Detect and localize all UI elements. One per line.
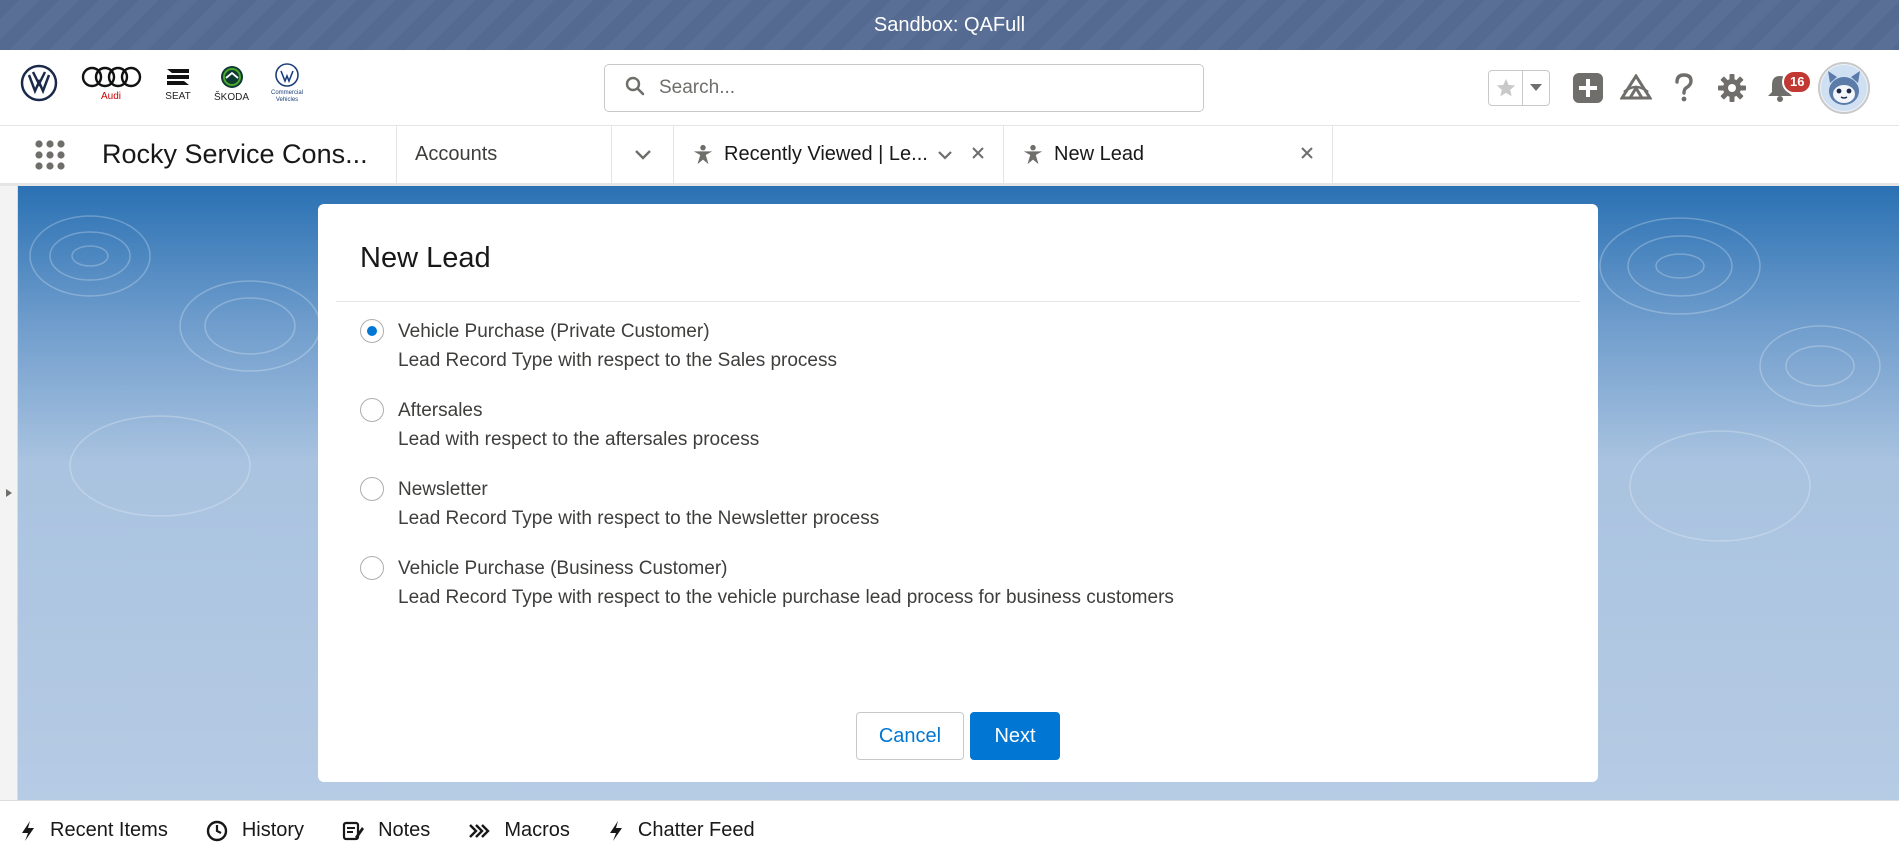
global-actions-button[interactable] (1564, 64, 1612, 112)
global-search[interactable] (604, 64, 1204, 112)
favorites-dropdown-button[interactable] (1523, 71, 1549, 105)
utility-recent-items[interactable]: Recent Items (20, 819, 168, 842)
record-type-description: Lead Record Type with respect to the veh… (398, 587, 1174, 608)
notification-badge: 16 (1782, 70, 1813, 94)
sandbox-label: Sandbox: QAFull (873, 13, 1026, 36)
help-button[interactable] (1660, 64, 1708, 112)
audi-logo: Audi (80, 65, 142, 102)
caret-right-icon (5, 489, 12, 497)
app-name: Rocky Service Cons... (102, 139, 368, 169)
notifications-button[interactable]: 16 (1756, 64, 1813, 112)
record-type-description: Lead with respect to the aftersales proc… (398, 429, 760, 450)
record-type-label: Vehicle Purchase (Private Customer) (398, 321, 710, 342)
caret-down-icon (1530, 84, 1542, 91)
chevron-down-icon (938, 151, 952, 160)
notes-icon (342, 821, 365, 840)
modal-title: New Lead (360, 242, 491, 274)
record-type-radio[interactable] (360, 319, 384, 343)
tab-accounts[interactable]: Accounts (396, 126, 611, 183)
cancel-button[interactable]: Cancel (856, 712, 964, 760)
seat-caption: SEAT (165, 90, 191, 102)
brand-logos: Audi SEAT ŠKODA Commercial Vehicles (20, 62, 303, 104)
utility-history-label: History (241, 819, 305, 841)
vw-logo (20, 64, 58, 102)
tab-options-button[interactable] (937, 143, 953, 166)
nav-menu-button[interactable] (611, 126, 673, 183)
utility-notes-label: Notes (378, 819, 431, 841)
utility-notes[interactable]: Notes (342, 819, 430, 842)
utility-macros[interactable]: Macros (468, 819, 570, 842)
content-area: New Lead Vehicle Purchase (Private Custo… (0, 186, 1899, 800)
lightning-icon (22, 820, 34, 841)
next-button[interactable]: Next (970, 712, 1060, 760)
chevron-down-icon (634, 149, 651, 160)
favorite-star-button[interactable] (1489, 71, 1523, 105)
record-type-description: Lead Record Type with respect to the New… (398, 508, 880, 529)
sandbox-banner: Sandbox: QAFull (0, 0, 1899, 50)
tab-new-lead[interactable]: New Lead (1003, 126, 1333, 183)
record-type-label: Vehicle Purchase (Business Customer) (398, 558, 728, 579)
seat-logo: SEAT (164, 65, 192, 102)
record-type-label: Aftersales (398, 400, 483, 421)
lead-icon (1023, 144, 1043, 164)
record-type-label: Newsletter (398, 479, 488, 500)
utility-bar: Recent Items History Notes Macros Chatte… (0, 800, 1899, 860)
side-panel-toggle[interactable] (0, 186, 18, 800)
app-launcher-button[interactable] (0, 126, 100, 183)
trailhead-button[interactable] (1612, 64, 1660, 112)
star-icon (1496, 78, 1515, 97)
audi-caption: Audi (100, 90, 121, 102)
record-type-radio[interactable] (360, 477, 384, 501)
clock-icon (206, 820, 228, 841)
skoda-logo: ŠKODA (214, 64, 249, 103)
utility-recent-items-label: Recent Items (50, 819, 168, 841)
help-icon (1675, 73, 1693, 102)
search-input[interactable] (659, 77, 1159, 99)
new-lead-modal: New Lead Vehicle Purchase (Private Custo… (318, 204, 1598, 782)
astro-avatar-icon (1821, 65, 1867, 111)
macros-icon (469, 823, 491, 838)
record-type-description: Lead Record Type with respect to the Sal… (398, 350, 838, 371)
add-icon (1573, 73, 1603, 103)
record-type-radio[interactable] (360, 556, 384, 580)
global-header: Audi SEAT ŠKODA Commercial Vehicles Sear… (0, 50, 1899, 126)
user-avatar[interactable] (1818, 62, 1870, 114)
utility-chatter-feed[interactable]: Chatter Feed (608, 819, 755, 842)
tab-close-button[interactable] (971, 143, 985, 166)
setup-button[interactable] (1708, 64, 1756, 112)
trailhead-icon (1620, 74, 1652, 100)
utility-chatter-feed-label: Chatter Feed (637, 819, 755, 841)
tab-close-button[interactable] (1300, 143, 1314, 166)
navigation-bar: Rocky Service Cons... Accounts Recently … (0, 126, 1899, 186)
favorites-group (1488, 70, 1550, 106)
vw-commercial-caption: Commercial Vehicles (271, 90, 304, 103)
record-type-radio[interactable] (360, 398, 384, 422)
close-icon (972, 147, 984, 159)
utility-history[interactable]: History (206, 819, 304, 842)
gear-icon (1718, 74, 1746, 102)
skoda-caption: ŠKODA (214, 91, 250, 103)
close-icon (1301, 147, 1313, 159)
search-icon (625, 76, 645, 101)
tab-recently-viewed-label: Recently Viewed | Le... (724, 143, 928, 165)
tab-accounts-label: Accounts (415, 143, 498, 165)
modal-divider (336, 301, 1580, 302)
lightning-icon (609, 820, 622, 841)
tab-new-lead-label: New Lead (1054, 143, 1145, 165)
lead-icon (693, 144, 713, 164)
tab-recently-viewed[interactable]: Recently Viewed | Le... (673, 126, 1003, 183)
utility-macros-label: Macros (504, 819, 570, 841)
vw-commercial-logo: Commercial Vehicles (271, 62, 303, 104)
app-launcher-icon (35, 139, 65, 170)
header-actions: 16 (1488, 62, 1870, 114)
